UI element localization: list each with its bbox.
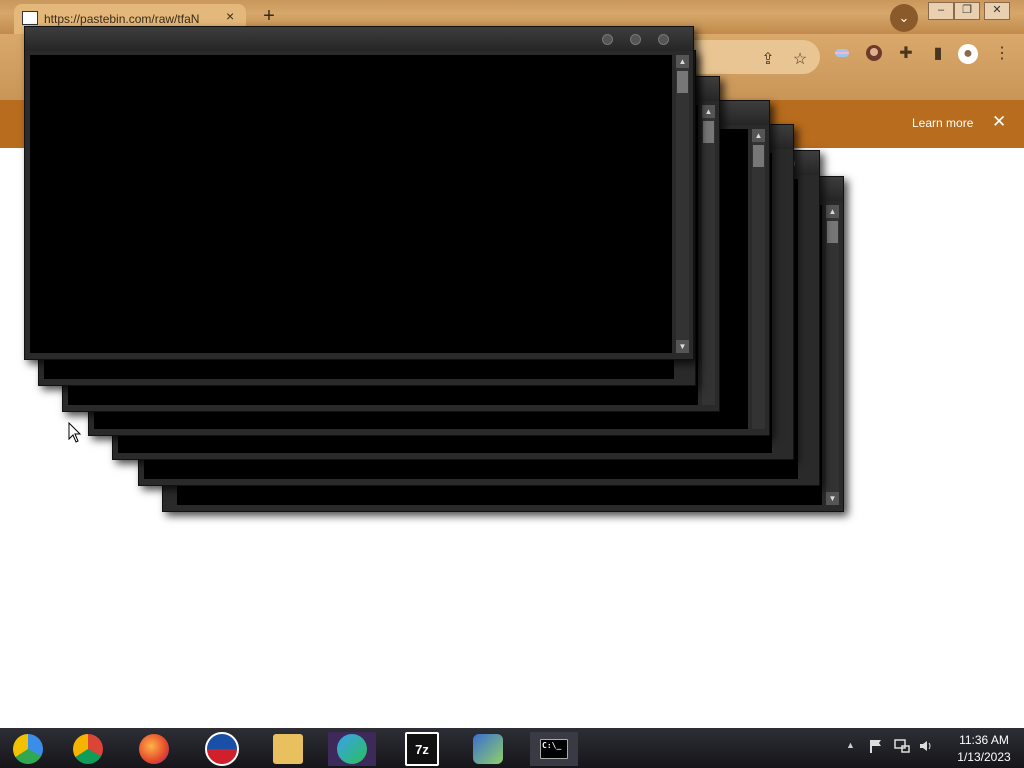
close-dot-icon[interactable] [658, 34, 669, 45]
side-panel-icon[interactable]: ▮ [928, 44, 948, 64]
firefox-icon [139, 734, 169, 764]
taskbar-app-chrome[interactable] [64, 732, 112, 766]
scroll-up-icon[interactable]: ▲ [702, 105, 715, 118]
scroll-thumb[interactable] [703, 121, 714, 143]
scroll-down-icon[interactable]: ▼ [826, 492, 839, 505]
volume-icon[interactable] [918, 738, 934, 757]
console-window-front[interactable]: ▲ ▼ [24, 26, 694, 360]
window-restore-button[interactable]: ❐ [954, 2, 980, 20]
console-scrollbar[interactable]: ▲ [752, 129, 765, 429]
taskbar-app-cmd[interactable]: C:\_ [530, 732, 578, 766]
network-icon[interactable] [894, 738, 910, 757]
tab-title: https://pastebin.com/raw/tfaN [44, 12, 200, 26]
7zip-icon: 7z [405, 732, 439, 766]
taskbar-app-installer[interactable] [464, 732, 512, 766]
bookmark-star-icon[interactable]: ☆ [790, 50, 810, 70]
obama-icon [205, 732, 239, 766]
scroll-up-icon[interactable]: ▲ [752, 129, 765, 142]
tab-search-button[interactable]: ⌄ [890, 4, 918, 32]
extensions-puzzle-icon[interactable]: ✚ [896, 44, 916, 64]
installer-icon [473, 734, 503, 764]
cmd-icon: C:\_ [540, 739, 568, 759]
mouse-cursor-icon [68, 422, 82, 443]
console-screen[interactable] [30, 55, 672, 353]
messenger-icon [337, 734, 367, 764]
chromium-icon [13, 734, 43, 764]
scroll-down-icon[interactable]: ▼ [676, 340, 689, 353]
minimize-dot-icon[interactable] [602, 34, 613, 45]
tray-overflow-arrow-icon[interactable]: ▲ [846, 740, 855, 750]
chrome-icon [73, 734, 103, 764]
new-tab-button[interactable]: + [258, 6, 280, 28]
scroll-up-icon[interactable]: ▲ [826, 205, 839, 218]
window-minimize-button[interactable]: – [928, 2, 954, 20]
console-scrollbar[interactable]: ▲ [702, 105, 715, 405]
scroll-up-icon[interactable]: ▲ [676, 55, 689, 68]
tab-close-button[interactable]: × [226, 8, 234, 24]
extension-icon[interactable] [832, 44, 852, 64]
browser-menu-icon[interactable]: ⋮ [992, 44, 1012, 64]
maximize-dot-icon[interactable] [630, 34, 641, 45]
learn-more-link[interactable]: Learn more [912, 116, 973, 130]
taskbar-app-7zip[interactable]: 7z [398, 732, 446, 766]
taskbar-app-file-explorer[interactable] [264, 732, 312, 766]
taskbar-app-chromium[interactable] [4, 732, 52, 766]
console-scrollbar[interactable]: ▲ ▼ [826, 205, 839, 505]
extension-avatar-icon[interactable] [864, 44, 884, 64]
pastebin-favicon-icon [22, 11, 38, 25]
clock-time[interactable]: 11:36 AM [944, 733, 1024, 747]
window-close-button[interactable]: ✕ [984, 2, 1010, 20]
scroll-thumb[interactable] [753, 145, 764, 167]
console-titlebar[interactable] [25, 27, 693, 51]
action-center-flag-icon[interactable] [868, 738, 884, 757]
taskbar-app-messenger[interactable] [328, 732, 376, 766]
scroll-thumb[interactable] [827, 221, 838, 243]
clock-date[interactable]: 1/13/2023 [944, 750, 1024, 764]
file-explorer-icon [273, 734, 303, 764]
share-icon[interactable]: ⇪ [758, 50, 778, 70]
taskbar-app-obama[interactable] [198, 732, 246, 766]
taskbar-app-firefox[interactable] [130, 732, 178, 766]
profile-icon[interactable]: ● [958, 44, 978, 64]
taskbar: 7z C:\_ ▲ 11:36 AM 1/13/2023 [0, 728, 1024, 768]
console-scrollbar[interactable]: ▲ ▼ [676, 55, 689, 353]
scroll-thumb[interactable] [677, 71, 688, 93]
infobar-close-button[interactable]: ✕ [992, 112, 1006, 132]
